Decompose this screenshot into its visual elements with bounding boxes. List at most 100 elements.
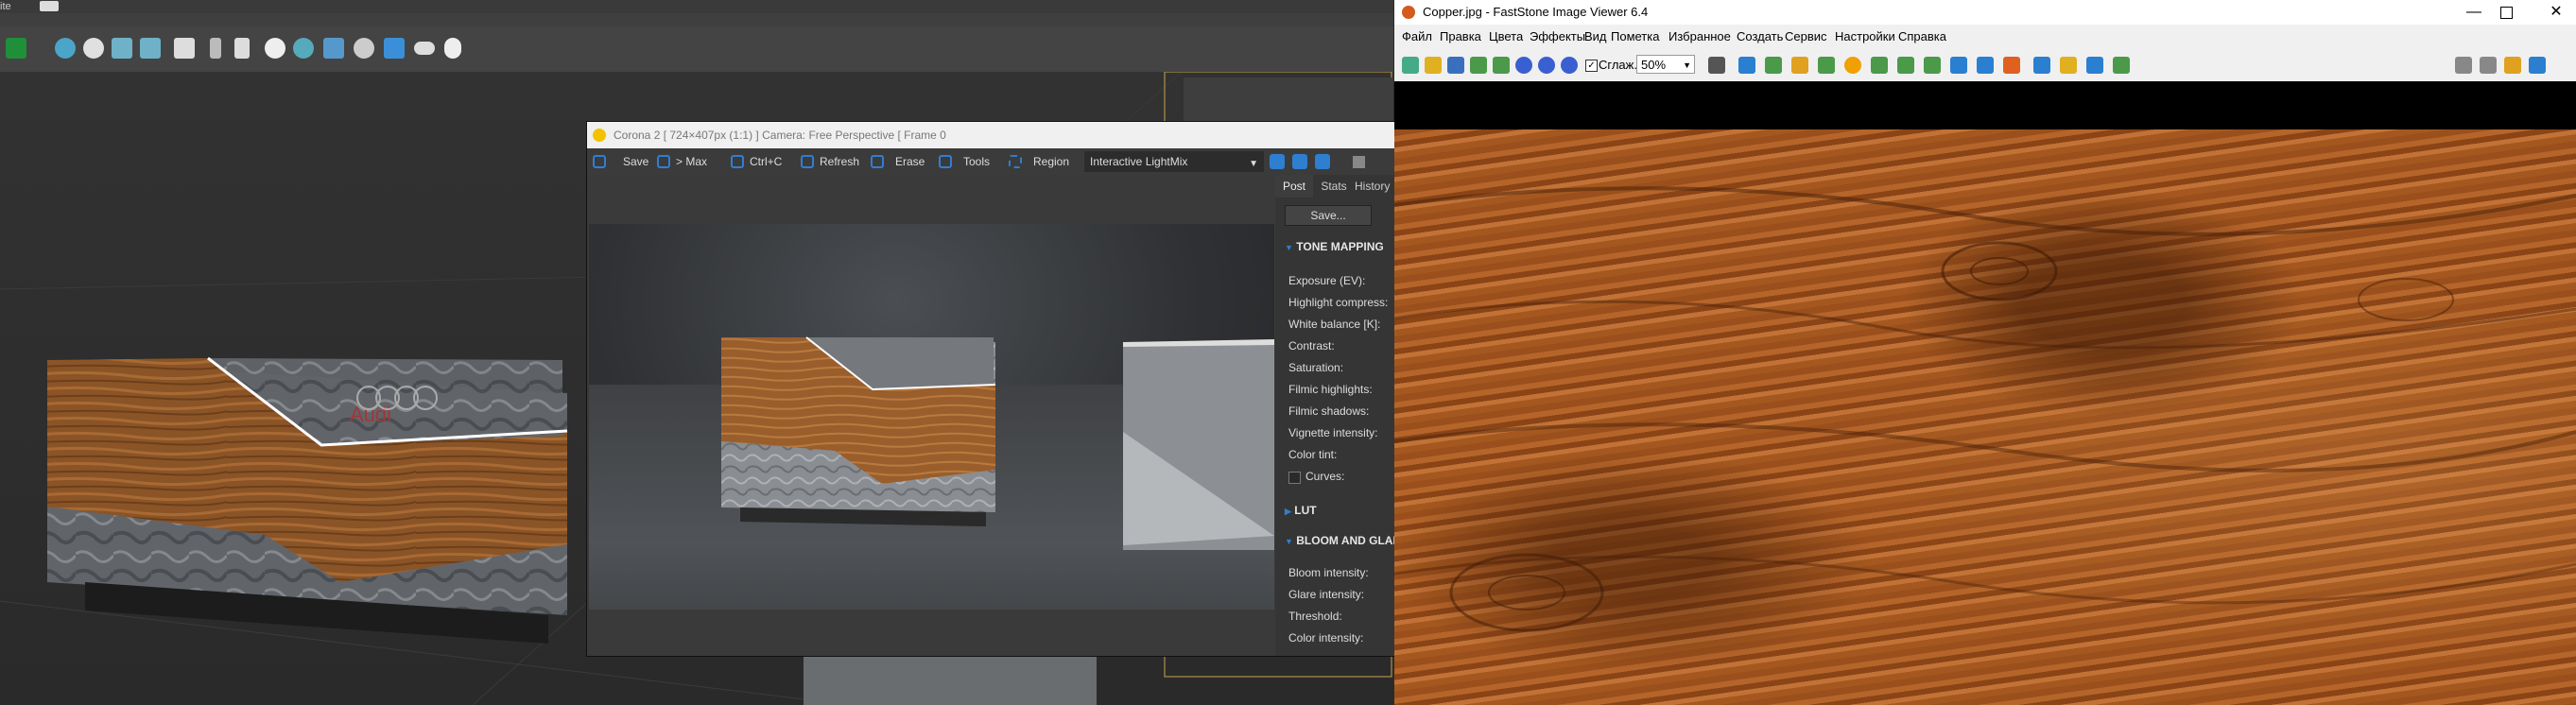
resize-icon[interactable] [1791,57,1808,74]
scan-icon[interactable] [2033,57,2050,74]
tab-history[interactable]: History [1355,175,1395,198]
zoom-select[interactable]: 50% ▼ [1636,55,1695,74]
knife-icon[interactable] [210,38,221,59]
fit-icon[interactable] [1738,57,1755,74]
copper-wood-image[interactable] [1394,129,2576,705]
first-icon[interactable] [1470,57,1487,74]
menu-tag[interactable]: Пометка [1611,25,1659,49]
print-icon[interactable] [2086,57,2103,74]
threshold-label: Threshold: [1288,610,1342,623]
menu-file[interactable]: Файл [1402,25,1432,49]
menu-view[interactable]: Вид [1584,25,1607,49]
light-icon[interactable] [55,38,76,59]
menu-create[interactable]: Создать [1737,25,1783,49]
maximize-icon[interactable] [2500,7,2513,19]
menu-edit[interactable]: Правка [1440,25,1481,49]
eye-icon[interactable] [414,42,435,55]
curves-checkbox[interactable] [1288,472,1301,484]
rotate-icon[interactable] [1818,57,1835,74]
save-icon[interactable] [1447,57,1464,74]
zoom-out-icon[interactable] [1292,154,1307,169]
faststone-toolbar: ✓ Сглаж. 50% ▼ [1394,49,2576,82]
gear-icon[interactable] [354,38,374,59]
render-setup-icon[interactable] [6,38,26,59]
compare-icon[interactable] [1950,57,1967,74]
bulb-icon[interactable] [444,38,461,59]
tools-button[interactable]: Tools [939,148,990,175]
layout-4-icon[interactable] [2529,57,2546,74]
erase-button[interactable]: Erase [871,148,925,175]
effects-icon[interactable] [1924,57,1941,74]
vignette-intensity-label: Vignette intensity: [1288,426,1378,439]
refresh-button[interactable]: Refresh [801,148,859,175]
layout-2-icon[interactable] [2480,57,2497,74]
refresh-icon[interactable] [265,38,285,59]
faststone-title: Copper.jpg - FastStone Image Viewer 6.4 [1423,5,1649,19]
bottle-icon[interactable] [234,38,250,59]
stop-icon[interactable] [1353,156,1365,168]
max-dropdown-icon[interactable] [40,1,59,11]
tab-post[interactable]: Post [1275,175,1313,198]
color-icon[interactable] [1897,57,1914,74]
to-max-button[interactable]: > Max [657,148,707,175]
chevron-down-icon: ▼ [1249,159,1258,169]
max-icon [657,155,670,168]
layout-3-icon[interactable] [2504,57,2521,74]
color-tint-label: Color tint: [1288,448,1338,461]
region-button[interactable]: Region [1009,148,1069,175]
menu-favorites[interactable]: Избранное [1668,25,1731,49]
post-save-button[interactable]: Save... [1285,205,1372,226]
save-button[interactable]: Save [593,148,648,175]
render-image[interactable] [589,224,1274,610]
zoom-fit-icon[interactable] [1315,154,1330,169]
faststone-window[interactable]: Copper.jpg - FastStone Image Viewer 6.4 … [1394,0,2576,705]
tree-icon[interactable] [112,38,132,59]
slideshow-icon[interactable] [1977,57,1994,74]
open-icon[interactable] [1425,57,1442,74]
menu-effects[interactable]: Эффекты [1530,25,1585,49]
smooth-checkbox[interactable]: ✓ [1585,60,1598,72]
settings-icon[interactable] [2113,57,2130,74]
hand-icon[interactable] [1708,57,1725,74]
render-frame-icon[interactable] [323,38,344,59]
crop-icon[interactable] [1765,57,1782,74]
lut-section[interactable]: ▶ LUT [1285,504,1317,517]
bloom-glare-section[interactable]: ▼ BLOOM AND GLARE [1285,534,1409,547]
reception-desk-model[interactable]: Audi [38,280,586,677]
zoom-out-icon[interactable] [1538,57,1555,74]
stack-icon[interactable] [2060,57,2077,74]
globe-icon[interactable] [293,38,314,59]
sun-icon[interactable] [83,38,104,59]
faststone-title-bar[interactable]: Copper.jpg - FastStone Image Viewer 6.4 … [1394,0,2576,25]
browser-icon[interactable] [1402,57,1419,74]
corona-vfb-window[interactable]: Corona 2 [ 724×407px (1:1) ] Camera: Fre… [586,121,1409,657]
draw-icon[interactable] [2003,57,2020,74]
menu-help[interactable]: Справка [1898,25,1946,49]
selection-icon[interactable] [384,38,405,59]
star-icon[interactable] [1844,57,1861,74]
menu-settings[interactable]: Настройки [1835,25,1895,49]
actual-size-icon[interactable] [1561,57,1578,74]
prev-icon[interactable] [1493,57,1510,74]
menu-service[interactable]: Сервис [1785,25,1827,49]
trees-icon[interactable] [140,38,161,59]
curves-label: Curves: [1305,470,1345,483]
faststone-app-icon [1402,6,1415,19]
corona-title-bar[interactable]: Corona 2 [ 724×407px (1:1) ] Camera: Fre… [587,122,1395,148]
person-icon[interactable] [1871,57,1888,74]
zoom-in-icon[interactable] [1270,154,1285,169]
corona-title: Corona 2 [ 724×407px (1:1) ] Camera: Fre… [614,129,946,142]
refresh-icon [801,155,814,168]
close-icon[interactable]: ✕ [2542,0,2570,25]
book-icon[interactable] [174,38,195,59]
copy-button[interactable]: Ctrl+C [731,148,782,175]
tab-stats[interactable]: Stats [1315,175,1353,198]
menu-colors[interactable]: Цвета [1489,25,1523,49]
zoom-in-icon[interactable] [1515,57,1532,74]
erase-icon [871,155,884,168]
tone-mapping-section[interactable]: ▼ TONE MAPPING [1285,240,1384,253]
lightmix-dropdown[interactable]: Interactive LightMix ▼ [1084,151,1264,172]
layout-1-icon[interactable] [2455,57,2472,74]
faststone-menu-bar: Файл Правка Цвета Эффекты Вид Пометка Из… [1394,25,2576,49]
minimize-icon[interactable]: — [2460,0,2488,25]
